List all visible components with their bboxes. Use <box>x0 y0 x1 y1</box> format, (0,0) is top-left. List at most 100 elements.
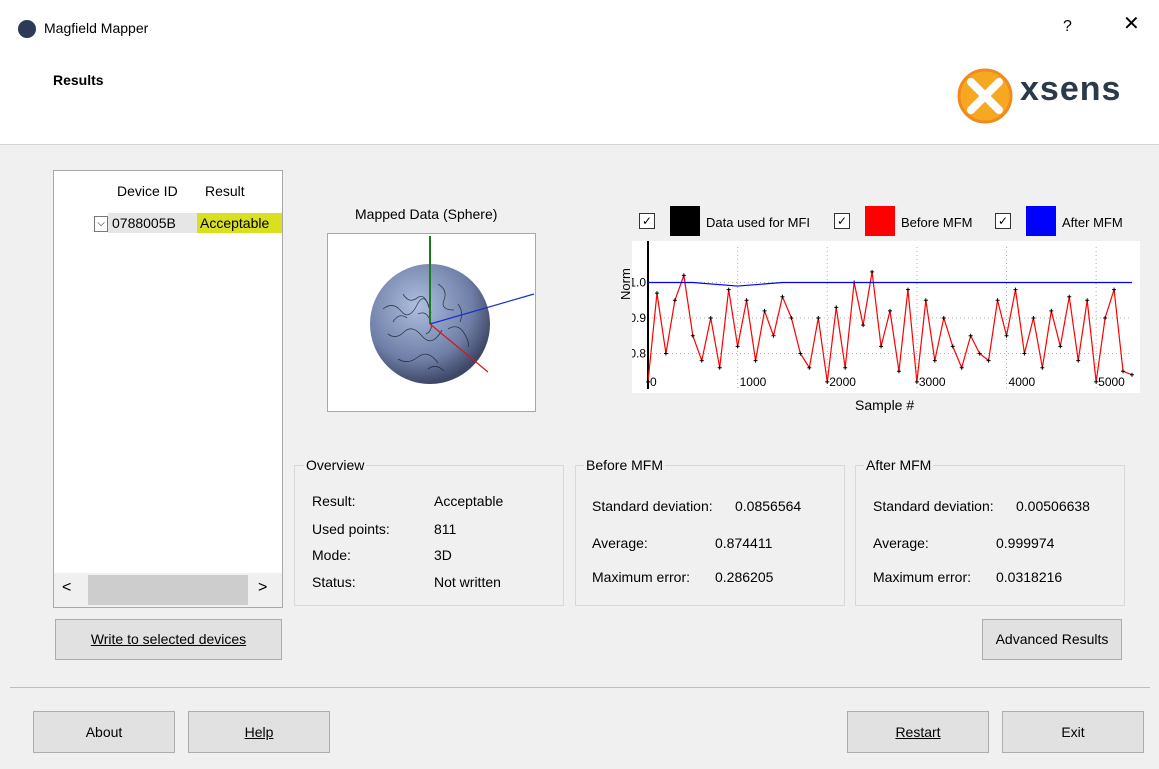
data-point-42 <box>1022 351 1027 356</box>
xsens-logo-icon <box>957 68 1013 124</box>
data-point-16 <box>789 316 794 320</box>
data-point-43 <box>1031 316 1036 320</box>
restart-button-label: Restart <box>895 724 941 740</box>
legend-label-before: Before MFM <box>901 215 973 230</box>
data-point-45 <box>1049 308 1054 313</box>
series-line-before-mfm <box>647 271 1133 382</box>
result-label: Result: <box>312 493 356 509</box>
norm-chart[interactable]: 0.8 0.9 1.0 0 1000 2000 3000 4000 5000 <box>632 241 1140 393</box>
help-icon[interactable]: ? <box>1063 18 1072 36</box>
scrollbar-thumb[interactable] <box>88 575 248 605</box>
overview-title: Overview <box>304 457 367 473</box>
series-line-after-mfm <box>648 281 1132 287</box>
column-header-device-id[interactable]: Device ID <box>117 183 178 199</box>
data-point-4 <box>681 273 686 278</box>
status-label: Status: <box>312 574 356 590</box>
data-point-36 <box>968 333 973 338</box>
legend-checkbox-before[interactable]: ✓ <box>834 213 850 229</box>
data-point-46 <box>1058 344 1063 349</box>
write-button[interactable]: Write to selected devices <box>55 619 282 660</box>
legend-checkbox-after[interactable]: ✓ <box>995 213 1011 229</box>
data-point-1 <box>654 291 659 296</box>
after-max-value: 0.0318216 <box>996 569 1063 585</box>
after-mfm-title: After MFM <box>864 457 934 473</box>
data-point-47 <box>1067 294 1072 299</box>
column-header-result[interactable]: Result <box>205 183 245 199</box>
data-point-31 <box>923 298 928 303</box>
data-point-21 <box>834 305 839 310</box>
scroll-right-icon[interactable]: > <box>258 579 267 597</box>
data-point-22 <box>843 365 848 370</box>
x-axis-label: Sample # <box>855 397 915 413</box>
before-mfm-title: Before MFM <box>584 457 666 473</box>
data-point-48 <box>1076 358 1081 363</box>
used-points-label: Used points: <box>312 521 390 537</box>
separator <box>10 687 1150 688</box>
y-tick-label-1: 0.9 <box>632 311 646 325</box>
status-value: Not written <box>434 574 501 590</box>
x-tick-label-3: 3000 <box>919 375 946 389</box>
sphere-view[interactable] <box>327 233 536 412</box>
x-tick-label-5: 5000 <box>1098 375 1125 389</box>
data-point-14 <box>771 333 776 338</box>
used-points-value: 811 <box>434 521 457 537</box>
x-tick-label-2: 2000 <box>829 375 856 389</box>
before-max-value: 0.286205 <box>715 569 774 585</box>
before-avg-label: Average: <box>592 535 648 551</box>
data-point-53 <box>1121 369 1126 374</box>
advanced-results-button[interactable]: Advanced Results <box>982 619 1122 660</box>
legend-label-data-used: Data used for MFI <box>706 215 811 230</box>
legend-swatch-after <box>1026 206 1056 236</box>
before-max-label: Maximum error: <box>592 569 691 585</box>
data-point-26 <box>879 344 884 349</box>
app-icon <box>18 20 36 38</box>
data-point-40 <box>1004 333 1009 338</box>
after-avg-label: Average: <box>873 535 929 551</box>
data-point-5 <box>690 333 695 338</box>
data-point-49 <box>1085 298 1090 303</box>
data-point-15 <box>780 294 785 299</box>
write-button-label: Write to selected devices <box>90 631 247 647</box>
data-point-41 <box>1013 287 1018 292</box>
data-point-28 <box>896 369 901 374</box>
device-id-cell[interactable]: 0788005B <box>108 213 198 233</box>
x-tick-label-1: 1000 <box>740 375 767 389</box>
before-std-label: Standard deviation: <box>592 498 713 514</box>
data-point-29 <box>905 287 910 292</box>
result-cell[interactable]: Acceptable <box>197 213 282 233</box>
legend-checkbox-data-used[interactable]: ✓ <box>639 213 655 229</box>
title-bar <box>0 0 1159 58</box>
data-point-33 <box>941 316 946 320</box>
sphere-icon <box>370 236 535 384</box>
legend-swatch-before <box>865 206 895 236</box>
data-point-27 <box>888 308 892 313</box>
mode-label: Mode: <box>312 547 351 563</box>
device-table[interactable]: Device ID Result ⌵ 0788005B Acceptable <… <box>53 170 283 608</box>
data-point-19 <box>816 316 821 320</box>
data-point-3 <box>672 298 677 303</box>
mode-value: 3D <box>434 547 452 563</box>
page-title: Results <box>53 72 104 88</box>
data-point-10 <box>735 344 740 349</box>
scroll-left-icon[interactable]: < <box>62 579 71 597</box>
data-point-13 <box>762 308 767 313</box>
sphere-label: Mapped Data (Sphere) <box>355 206 498 222</box>
about-button[interactable]: About <box>33 711 175 753</box>
data-point-25 <box>870 269 875 274</box>
legend-label-after: After MFM <box>1062 215 1123 230</box>
row-checkbox[interactable]: ⌵ <box>94 216 108 232</box>
y-tick-label-2: 1.0 <box>632 276 646 290</box>
exit-button[interactable]: Exit <box>1002 711 1144 753</box>
data-point-8 <box>717 365 722 370</box>
data-point-54 <box>1130 372 1134 377</box>
data-point-12 <box>753 358 758 363</box>
restart-button[interactable]: Restart <box>847 711 989 753</box>
result-value: Acceptable <box>434 493 504 509</box>
help-button[interactable]: Help <box>188 711 330 753</box>
data-point-35 <box>959 365 964 370</box>
legend-swatch-data-used <box>670 206 700 236</box>
close-icon[interactable]: ✕ <box>1123 14 1140 34</box>
after-std-value: 0.00506638 <box>1016 498 1090 514</box>
after-max-label: Maximum error: <box>873 569 972 585</box>
data-point-51 <box>1103 316 1108 320</box>
